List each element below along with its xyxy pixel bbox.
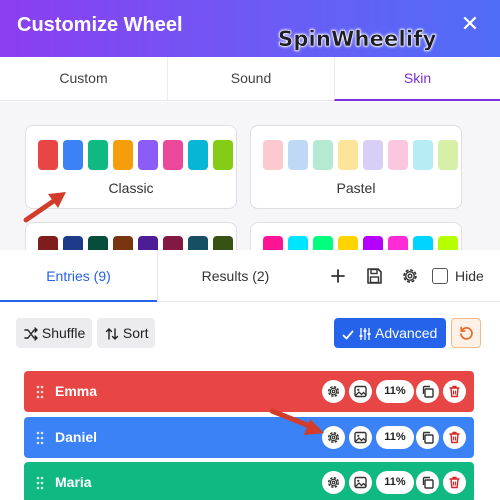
entry-name[interactable]: Daniel xyxy=(55,429,97,445)
shuffle-icon xyxy=(24,327,38,341)
customize-wheel-modal: Customize Wheel SpinWheelify ✕ Custom So… xyxy=(0,0,500,250)
tab-sound[interactable]: Sound xyxy=(168,57,334,101)
entry-row[interactable]: Emma 11% xyxy=(24,371,474,412)
entry-name[interactable]: Emma xyxy=(55,383,97,399)
annotation-arrow xyxy=(269,408,324,435)
close-icon[interactable]: ✕ xyxy=(458,12,482,36)
skin-card-dark[interactable] xyxy=(25,222,237,250)
panel-tabs: Entries (9) Results (2) Hide xyxy=(0,250,500,302)
entry-percent: 11% xyxy=(376,426,414,449)
color-swatch xyxy=(363,236,383,250)
color-swatch xyxy=(213,140,233,170)
trash-icon[interactable] xyxy=(443,380,466,403)
color-swatch xyxy=(138,236,158,250)
color-swatch xyxy=(63,140,83,170)
color-swatch xyxy=(363,140,383,170)
image-icon[interactable] xyxy=(349,471,372,494)
color-swatch xyxy=(263,236,283,250)
check-icon xyxy=(342,330,354,340)
advanced-button[interactable]: Advanced xyxy=(334,318,446,348)
color-swatch xyxy=(313,236,333,250)
gear-icon[interactable] xyxy=(400,266,420,286)
brand-logo: SpinWheelify xyxy=(278,27,437,51)
skin-swatches xyxy=(38,236,233,250)
shuffle-button[interactable]: Shuffle xyxy=(16,318,92,348)
skin-swatches xyxy=(263,236,458,250)
entry-percent: 11% xyxy=(376,471,414,494)
entry-name[interactable]: Maria xyxy=(55,474,92,490)
color-swatch xyxy=(188,140,208,170)
color-swatch xyxy=(313,140,333,170)
reset-icon xyxy=(460,326,473,340)
color-swatch xyxy=(338,236,358,250)
color-swatch xyxy=(113,236,133,250)
shuffle-label: Shuffle xyxy=(41,325,86,341)
copy-icon[interactable] xyxy=(416,380,439,403)
tab-entries[interactable]: Entries (9) xyxy=(0,250,157,302)
copy-icon[interactable] xyxy=(416,426,439,449)
color-swatch xyxy=(413,236,433,250)
entry-percent: 11% xyxy=(376,380,414,403)
annotation-arrow xyxy=(23,192,66,223)
image-icon[interactable] xyxy=(349,426,372,449)
sort-label: Sort xyxy=(122,325,149,341)
tab-skin[interactable]: Skin xyxy=(334,57,500,101)
sort-icon xyxy=(105,328,119,340)
color-swatch xyxy=(88,236,108,250)
color-swatch xyxy=(163,140,183,170)
color-swatch xyxy=(338,140,358,170)
color-swatch xyxy=(388,140,408,170)
skin-card-pastel[interactable]: Pastel xyxy=(250,125,462,209)
color-swatch xyxy=(413,140,433,170)
reset-button[interactable] xyxy=(451,318,481,348)
color-swatch xyxy=(388,236,408,250)
color-swatch xyxy=(38,140,58,170)
color-swatch xyxy=(63,236,83,250)
entries-panel: Entries (9) Results (2) Hide Shuffle Sor… xyxy=(0,250,500,500)
skin-grid: Classic Pastel xyxy=(0,102,500,250)
color-swatch xyxy=(138,140,158,170)
color-swatch xyxy=(288,236,308,250)
color-swatch xyxy=(188,236,208,250)
drag-handle-icon[interactable] xyxy=(35,475,45,491)
trash-icon[interactable] xyxy=(443,471,466,494)
sort-button[interactable]: Sort xyxy=(97,318,155,348)
color-swatch xyxy=(113,140,133,170)
drag-handle-icon[interactable] xyxy=(35,384,45,400)
color-swatch xyxy=(263,140,283,170)
gear-icon[interactable] xyxy=(322,380,345,403)
hide-checkbox[interactable] xyxy=(432,268,448,284)
skin-swatches xyxy=(38,140,233,170)
skin-card-neon[interactable] xyxy=(250,222,462,250)
image-icon[interactable] xyxy=(349,380,372,403)
entry-row[interactable]: Maria 11% xyxy=(24,462,474,500)
drag-handle-icon[interactable] xyxy=(35,430,45,446)
copy-icon[interactable] xyxy=(416,471,439,494)
modal-title: Customize Wheel xyxy=(17,14,183,36)
entry-row[interactable]: Daniel 11% xyxy=(24,417,474,458)
advanced-label: Advanced xyxy=(375,325,438,341)
plus-icon[interactable] xyxy=(328,266,348,286)
skin-name: Pastel xyxy=(336,180,376,196)
modal-header: Customize Wheel SpinWheelify ✕ xyxy=(0,0,500,57)
skin-swatches xyxy=(263,140,458,170)
tab-results[interactable]: Results (2) xyxy=(157,250,313,302)
color-swatch xyxy=(88,140,108,170)
trash-icon[interactable] xyxy=(443,426,466,449)
color-swatch xyxy=(438,236,458,250)
gear-icon[interactable] xyxy=(322,471,345,494)
tab-custom[interactable]: Custom xyxy=(0,57,168,101)
sliders-icon xyxy=(359,328,371,340)
color-swatch xyxy=(213,236,233,250)
hide-label: Hide xyxy=(455,268,484,284)
color-swatch xyxy=(38,236,58,250)
save-icon[interactable] xyxy=(364,266,384,286)
color-swatch xyxy=(438,140,458,170)
modal-tabs: Custom Sound Skin xyxy=(0,57,500,101)
color-swatch xyxy=(163,236,183,250)
color-swatch xyxy=(288,140,308,170)
